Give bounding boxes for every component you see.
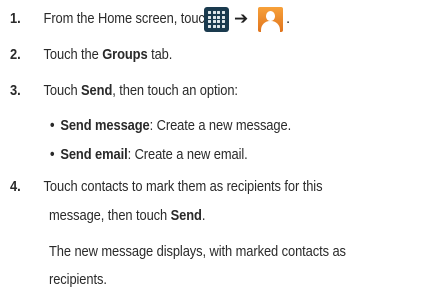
- step-text-pre: Touch the: [43, 46, 103, 63]
- bullet-dot: •: [50, 117, 55, 134]
- step-text-line-1: Touch contacts to mark them as recipient…: [43, 178, 323, 195]
- step-1: 1. From the Home screen, touch: [10, 9, 212, 28]
- step-text-pre: message, then touch: [49, 207, 171, 224]
- groups-tab-label: Groups: [102, 46, 148, 63]
- apps-grid-icon: [204, 7, 229, 32]
- step-number: 3.: [10, 82, 21, 99]
- step-number: 4.: [10, 178, 21, 195]
- step-text: Touch Send, then touch an option:: [44, 81, 238, 100]
- send-label: Send: [170, 207, 202, 224]
- step-4-line-2: message, then touch Send.: [49, 206, 205, 225]
- option-text: Send message: Create a new message.: [60, 116, 291, 135]
- step-1-period: .: [286, 10, 291, 27]
- step-text: Touch the Groups tab.: [44, 45, 173, 64]
- option-description: : Create a new email.: [127, 146, 248, 163]
- bullet-dot: •: [50, 146, 55, 163]
- result-note-line-2: recipients.: [49, 271, 107, 288]
- step-text-post: , then touch an option:: [112, 82, 238, 99]
- option-text: Send email: Create a new email.: [60, 145, 247, 164]
- right-arrow-icon: ➔: [234, 9, 249, 29]
- contact-head: [266, 11, 275, 21]
- step-number: 2.: [10, 46, 21, 63]
- step-text-pre: Touch: [43, 82, 82, 99]
- step-text-post: tab.: [147, 46, 173, 63]
- contact-body: [261, 21, 280, 32]
- step-text-post: .: [201, 207, 206, 224]
- step-text: From the Home screen, touch: [43, 10, 212, 27]
- contacts-icon: [258, 7, 283, 32]
- send-label: Send: [81, 82, 113, 99]
- option-description: : Create a new message.: [149, 117, 292, 134]
- option-label: Send email: [60, 146, 128, 163]
- result-note-line-1: The new message displays, with marked co…: [49, 243, 346, 260]
- step-number: 1.: [10, 10, 21, 27]
- option-label: Send message: [60, 117, 150, 134]
